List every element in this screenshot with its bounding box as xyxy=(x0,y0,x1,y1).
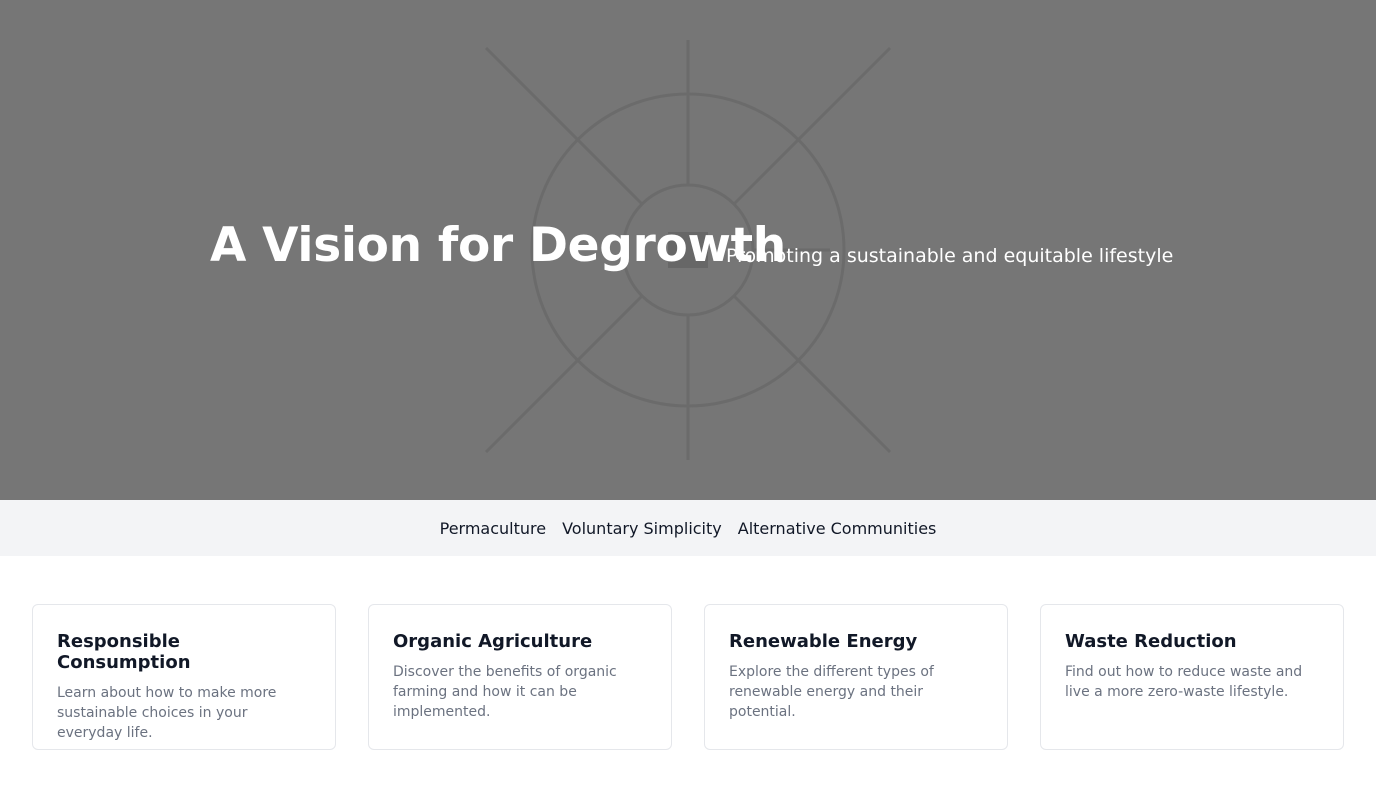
card-waste-reduction: Waste Reduction Find out how to reduce w… xyxy=(1040,604,1344,750)
nav-link-permaculture[interactable]: Permaculture xyxy=(440,519,546,538)
card-description: Learn about how to make more sustainable… xyxy=(57,685,277,741)
topic-nav: Permaculture Voluntary Simplicity Altern… xyxy=(0,500,1376,556)
topic-cards: Responsible Consumption Learn about how … xyxy=(0,556,1376,750)
card-organic-agriculture: Organic Agriculture Discover the benefit… xyxy=(368,604,672,750)
card-description: Explore the different types of renewable… xyxy=(729,664,934,720)
card-renewable-energy: Renewable Energy Explore the different t… xyxy=(704,604,1008,750)
nav-link-voluntary-simplicity[interactable]: Voluntary Simplicity xyxy=(562,519,722,538)
card-title: Organic Agriculture xyxy=(393,631,593,652)
hero-subtitle: Promoting a sustainable and equitable li… xyxy=(726,245,1174,267)
card-title: Waste Reduction xyxy=(1065,631,1237,652)
hero-title: A Vision for Degrowth xyxy=(210,218,786,273)
card-responsible-consumption: Responsible Consumption Learn about how … xyxy=(32,604,336,750)
nav-link-alternative-communities[interactable]: Alternative Communities xyxy=(738,519,937,538)
hero-section: A Vision for Degrowth Promoting a sustai… xyxy=(0,0,1376,500)
card-title: Responsible Consumption xyxy=(57,631,191,673)
card-title: Renewable Energy xyxy=(729,631,918,652)
card-description: Discover the benefits of organic farming… xyxy=(393,664,617,720)
card-description: Find out how to reduce waste and live a … xyxy=(1065,664,1303,700)
